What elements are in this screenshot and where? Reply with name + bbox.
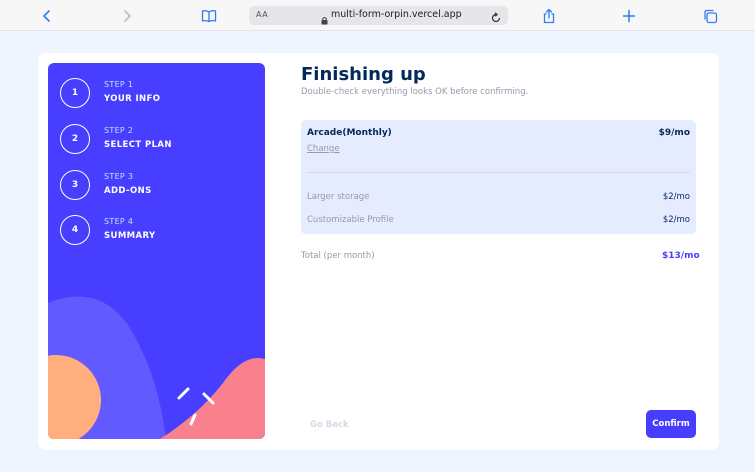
step-3-name: ADD-ONS [104,186,152,196]
step-1-name: YOUR INFO [104,94,161,104]
form-card: 1 STEP 1 YOUR INFO 2 STEP 2 SELECT PLAN … [38,53,719,450]
step-1-label: STEP 1 [104,80,134,89]
step-3[interactable]: 3 STEP 3 ADD-ONS [60,170,260,200]
address-bar[interactable]: AA multi-form-orpin.vercel.app [249,6,508,25]
step-2-name: SELECT PLAN [104,140,172,150]
step-4[interactable]: 4 STEP 4 SUMMARY [60,215,260,245]
sidebar-decoration [48,296,265,439]
confirm-button[interactable]: Confirm [646,410,696,438]
step-2-number: 2 [60,124,90,154]
step-4-name: SUMMARY [104,231,156,241]
plan-name: Arcade(Monthly) [307,128,392,138]
total-price: $13/mo [662,251,700,261]
tabs-overview-icon[interactable] [700,6,720,26]
step-2[interactable]: 2 STEP 2 SELECT PLAN [60,124,260,154]
reload-icon[interactable] [490,9,502,28]
bookmarks-icon[interactable] [199,6,219,26]
share-icon[interactable] [539,6,559,26]
order-summary: Arcade(Monthly) $9/mo Change Larger stor… [301,120,696,234]
forward-icon[interactable] [117,6,137,26]
step-1[interactable]: 1 STEP 1 YOUR INFO [60,78,260,108]
step-1-number: 1 [60,78,90,108]
step-3-label: STEP 3 [104,172,134,181]
text-size-button[interactable]: AA [256,10,268,19]
addon-1-price: $2/mo [662,192,690,202]
go-back-button[interactable]: Go Back [310,420,349,430]
addon-1-name: Larger storage [307,192,370,202]
plan-price: $9/mo [658,128,690,138]
steps-sidebar: 1 STEP 1 YOUR INFO 2 STEP 2 SELECT PLAN … [48,63,265,439]
url-text: multi-form-orpin.vercel.app [331,9,462,20]
summary-divider [307,172,690,173]
addon-2-name: Customizable Profile [307,215,394,225]
back-icon[interactable] [37,6,57,26]
lock-icon [321,10,328,29]
step-4-label: STEP 4 [104,217,134,226]
step-4-number: 4 [60,215,90,245]
page-title: Finishing up [301,64,426,85]
change-plan-link[interactable]: Change [307,144,340,154]
addon-2-price: $2/mo [662,215,690,225]
browser-toolbar: AA multi-form-orpin.vercel.app [0,0,755,31]
step-2-label: STEP 2 [104,126,134,135]
new-tab-icon[interactable] [619,6,639,26]
page-subtitle: Double-check everything looks OK before … [301,87,529,97]
total-label: Total (per month) [301,251,375,261]
step-3-number: 3 [60,170,90,200]
